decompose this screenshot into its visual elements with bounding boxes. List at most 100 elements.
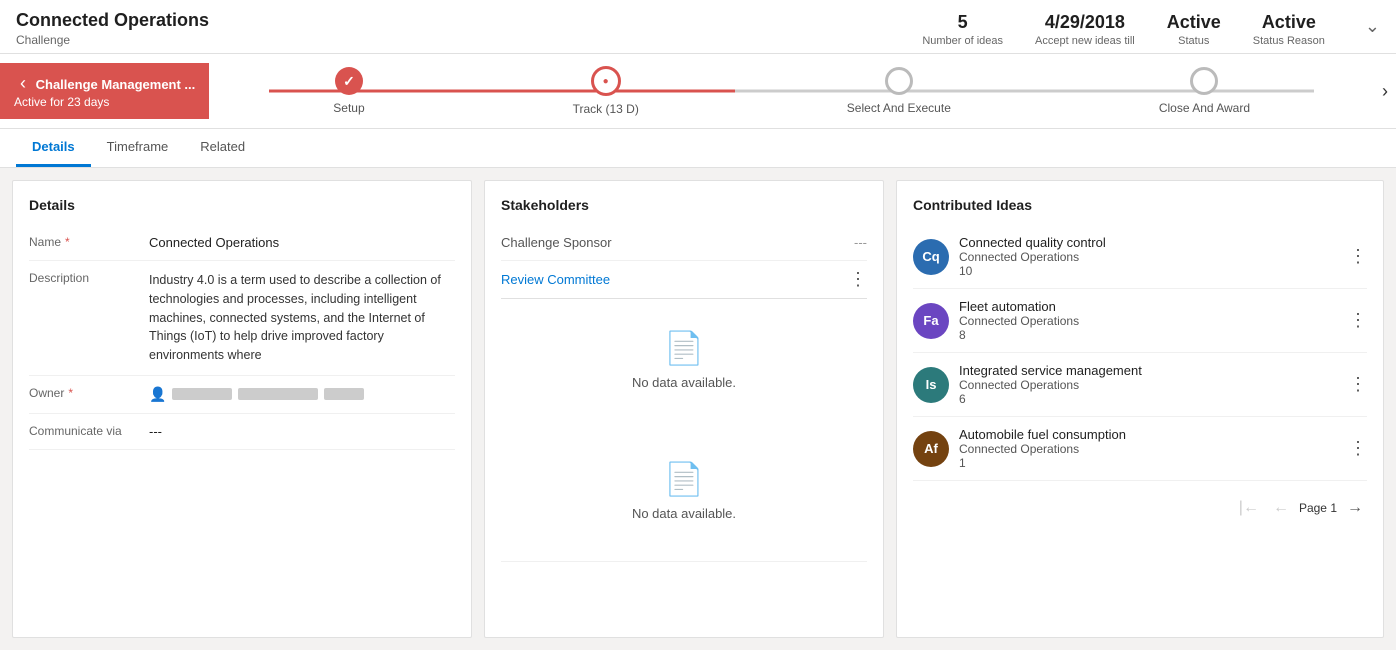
details-card: Details Name * Connected Operations Desc… (12, 180, 472, 638)
sponsor-no-data: 📄 No data available. (501, 430, 867, 551)
idea-menu-fa[interactable]: ⋮ (1349, 310, 1367, 331)
field-communicate-label: Communicate via (29, 424, 149, 438)
owner-blurred-2 (238, 388, 318, 400)
review-committee-label: Review Committee (501, 272, 849, 287)
idea-avatar-is: Is (913, 367, 949, 403)
idea-count-cq: 10 (959, 264, 1339, 278)
owner-required-star: * (68, 386, 73, 400)
field-name: Name * Connected Operations (29, 225, 455, 261)
idea-count-af: 1 (959, 456, 1339, 470)
idea-menu-af[interactable]: ⋮ (1349, 438, 1367, 459)
step-track-circle: ● (591, 66, 621, 96)
idea-item-fa: Fa Fleet automation Connected Operations… (913, 289, 1367, 353)
progress-bar-section: ‹ Challenge Management ... Active for 23… (0, 54, 1396, 129)
challenge-panel[interactable]: ‹ Challenge Management ... Active for 23… (0, 63, 209, 119)
idea-avatar-af: Af (913, 431, 949, 467)
meta-status: Active Status (1167, 12, 1221, 47)
owner-blurred-3 (324, 388, 364, 400)
idea-name-af: Automobile fuel consumption (959, 427, 1339, 442)
progress-steps: ✓ Setup ● Track (13 D) Select And Execut… (209, 54, 1374, 128)
challenge-panel-title: Challenge Management ... (36, 77, 196, 92)
meta-date: 4/29/2018 Accept new ideas till (1035, 12, 1135, 47)
tab-details[interactable]: Details (16, 129, 91, 167)
challenge-panel-sub: Active for 23 days (14, 95, 109, 109)
step-select-label: Select And Execute (847, 101, 951, 115)
idea-info-fa: Fleet automation Connected Operations 8 (959, 299, 1339, 342)
idea-count-is: 6 (959, 392, 1339, 406)
field-description-value: Industry 4.0 is a term used to describe … (149, 271, 455, 365)
field-owner-value: 👤 (149, 386, 364, 403)
header-expand-icon[interactable]: ⌄ (1365, 16, 1380, 37)
ideas-card: Contributed Ideas Cq Connected quality c… (896, 180, 1384, 638)
name-required-star: * (65, 235, 70, 249)
idea-info-is: Integrated service management Connected … (959, 363, 1339, 406)
field-description: Description Industry 4.0 is a term used … (29, 261, 455, 376)
main-content: Details Name * Connected Operations Desc… (0, 168, 1396, 650)
meta-ideas-label: Number of ideas (922, 35, 1003, 47)
ideas-list: Cq Connected quality control Connected O… (913, 225, 1367, 481)
owner-row: 👤 (149, 386, 364, 403)
app-title: Connected Operations (16, 10, 922, 31)
ideas-card-title: Contributed Ideas (913, 197, 1367, 213)
step-track: ● Track (13 D) (573, 66, 639, 116)
header-meta: 5 Number of ideas 4/29/2018 Accept new i… (922, 10, 1380, 47)
idea-item-cq: Cq Connected quality control Connected O… (913, 225, 1367, 289)
pagination-next-button[interactable]: → (1343, 497, 1367, 519)
review-committee-menu[interactable]: ⋮ (849, 269, 867, 290)
no-data-icon-1: 📄 (664, 329, 704, 367)
stakeholders-title: Stakeholders (501, 197, 867, 213)
step-setup-label: Setup (333, 101, 364, 115)
meta-date-value: 4/29/2018 (1035, 12, 1135, 33)
field-owner: Owner * 👤 (29, 376, 455, 414)
step-close-circle (1190, 67, 1218, 95)
field-owner-label: Owner * (29, 386, 149, 400)
idea-info-cq: Connected quality control Connected Oper… (959, 235, 1339, 278)
pagination-prev-button[interactable]: ← (1269, 497, 1293, 519)
ideas-footer: |← ← Page 1 → (913, 491, 1367, 519)
progress-nav-right-button[interactable]: › (1374, 81, 1396, 102)
owner-person-icon: 👤 (149, 386, 166, 403)
meta-ideas-value: 5 (922, 12, 1003, 33)
step-setup-circle: ✓ (335, 67, 363, 95)
idea-menu-cq[interactable]: ⋮ (1349, 246, 1367, 267)
review-no-data: 📄 No data available. (501, 299, 867, 420)
tab-related[interactable]: Related (184, 129, 261, 167)
review-committee-row: Review Committee ⋮ (501, 261, 867, 299)
meta-status-reason-label: Status Reason (1253, 35, 1325, 47)
idea-avatar-cq: Cq (913, 239, 949, 275)
idea-info-af: Automobile fuel consumption Connected Op… (959, 427, 1339, 470)
sponsor-no-data-row: 📄 No data available. (501, 420, 867, 562)
idea-item-is: Is Integrated service management Connect… (913, 353, 1367, 417)
idea-org-af: Connected Operations (959, 442, 1339, 456)
step-track-label: Track (13 D) (573, 102, 639, 116)
sponsor-label: Challenge Sponsor (501, 235, 854, 250)
owner-blurred-1 (172, 388, 232, 400)
top-header: Connected Operations Challenge 5 Number … (0, 0, 1396, 54)
field-communicate: Communicate via --- (29, 414, 455, 450)
step-select-circle (885, 67, 913, 95)
field-description-label: Description (29, 271, 149, 285)
progress-nav-left-button[interactable]: ‹ (14, 73, 32, 94)
tabs-bar: Details Timeframe Related (0, 129, 1396, 168)
no-data-text-1: No data available. (632, 375, 736, 390)
idea-name-fa: Fleet automation (959, 299, 1339, 314)
step-select: Select And Execute (847, 67, 951, 115)
idea-item-af: Af Automobile fuel consumption Connected… (913, 417, 1367, 481)
field-communicate-value: --- (149, 424, 162, 439)
idea-org-is: Connected Operations (959, 378, 1339, 392)
idea-count-fa: 8 (959, 328, 1339, 342)
details-card-title: Details (29, 197, 455, 213)
meta-ideas: 5 Number of ideas (922, 12, 1003, 47)
sponsor-value: --- (854, 235, 867, 250)
tab-timeframe[interactable]: Timeframe (91, 129, 185, 167)
no-data-text-2: No data available. (632, 506, 736, 521)
meta-status-label: Status (1167, 35, 1221, 47)
header-title-block: Connected Operations Challenge (16, 10, 922, 47)
pagination-page-label: Page 1 (1299, 501, 1337, 515)
idea-menu-is[interactable]: ⋮ (1349, 374, 1367, 395)
pagination-first-button[interactable]: |← (1235, 497, 1263, 519)
field-name-label: Name * (29, 235, 149, 249)
stakeholders-card: Stakeholders Challenge Sponsor --- Revie… (484, 180, 884, 638)
field-name-value: Connected Operations (149, 235, 279, 250)
no-data-icon-2: 📄 (664, 460, 704, 498)
